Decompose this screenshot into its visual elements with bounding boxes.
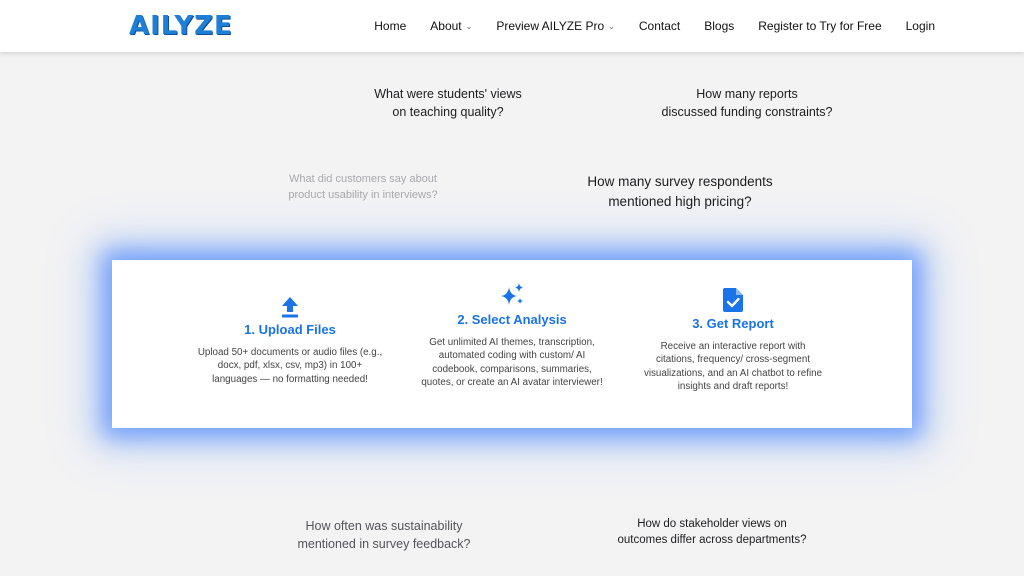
example-question-funding-constraints: How many reports discussed funding const… [636,85,858,121]
example-question-high-pricing: How many survey respondents mentioned hi… [560,172,800,212]
question-line: How many reports [696,87,798,101]
upload-arrow-icon [282,297,298,318]
question-line: How do stakeholder views on [637,518,787,530]
step-select-analysis: 2. Select Analysis Get unlimited AI them… [417,282,607,390]
nav-contact-label: Contact [638,19,681,33]
nav-register-link[interactable]: Register to Try for Free [758,19,881,33]
top-navbar: AILYZE Home About ⌄ Preview AILYZE Pro ⌄… [0,0,1024,52]
step-get-report: 3. Get Report Receive an interactive rep… [640,288,826,394]
question-line: discussed funding constraints? [661,105,833,119]
question-line: What did customers say about [289,173,437,185]
document-check-icon [723,288,743,312]
nav-about-dropdown[interactable]: About ⌄ [430,19,472,33]
step-title: 2. Select Analysis [457,312,567,327]
question-line: What were students' views [374,87,522,101]
logo-wordmark: AILYZE [129,11,233,41]
chevron-down-icon: ⌄ [465,21,473,31]
step-description: Get unlimited AI themes, transcription, … [421,337,603,389]
question-line: outcomes differ across departments? [617,534,807,546]
question-line: mentioned high pricing? [608,194,752,209]
step-description: Upload 50+ documents or audio files (e.g… [197,347,383,385]
chevron-down-icon: ⌄ [608,21,615,31]
nav-login-label: Login [905,19,935,33]
example-question-stakeholder-views: How do stakeholder views on outcomes dif… [598,516,826,548]
nav-about-label: About [430,19,462,33]
step-title: 3. Get Report [692,316,774,331]
nav-login-link[interactable]: Login [906,19,935,33]
nav-register-label: Register to Try for Free [758,19,882,33]
step-upload-files: 1. Upload Files Upload 50+ documents or … [197,296,383,386]
ailyze-logo[interactable]: AILYZE [129,9,233,43]
nav-preview-pro-dropdown[interactable]: Preview AILYZE Pro ⌄ [496,19,615,33]
example-question-product-usability: What did customers say about product usa… [263,171,463,203]
example-question-teaching-quality: What were students' views on teaching qu… [348,85,548,121]
question-line: How often was sustainability [305,519,463,533]
step-title: 1. Upload Files [244,322,336,337]
question-line: product usability in interviews? [288,189,438,201]
nav-home-label: Home [374,19,407,33]
step-description: Receive an interactive report with citat… [643,341,823,393]
nav-contact-link[interactable]: Contact [639,19,680,33]
question-line: on teaching quality? [392,105,504,119]
nav-preview-pro-label: Preview AILYZE Pro [496,19,605,33]
nav-blogs-label: Blogs [704,19,735,33]
sparkles-icon [501,283,523,305]
question-line: How many survey respondents [587,174,773,189]
question-line: mentioned in survey feedback? [297,537,471,551]
nav-menu: Home About ⌄ Preview AILYZE Pro ⌄ Contac… [350,0,935,52]
example-question-sustainability: How often was sustainability mentioned i… [278,517,490,553]
nav-blogs-link[interactable]: Blogs [704,19,734,33]
how-it-works-card: 1. Upload Files Upload 50+ documents or … [112,260,912,428]
nav-home-link[interactable]: Home [374,19,406,33]
